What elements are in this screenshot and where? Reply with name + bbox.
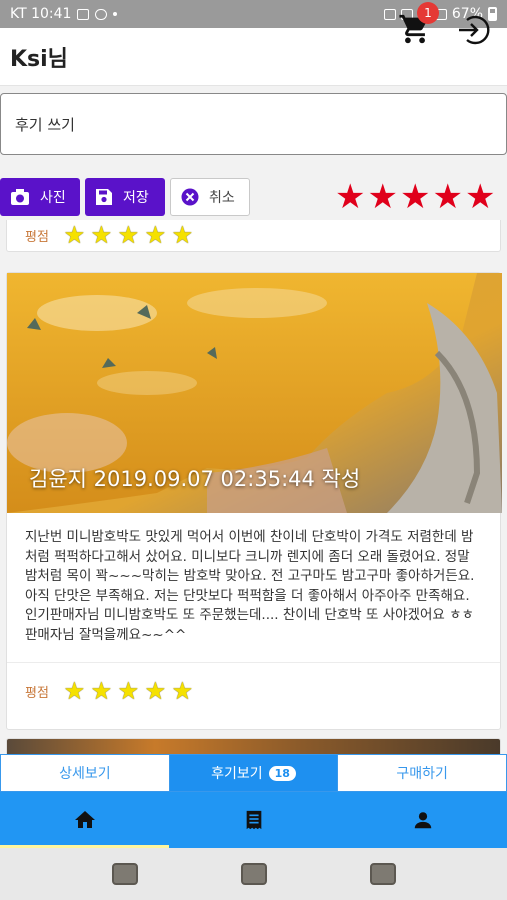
home-icon <box>74 811 95 828</box>
star-icon: ★ <box>63 677 86 705</box>
person-icon <box>414 812 431 829</box>
logout-icon[interactable] <box>455 12 491 48</box>
review-photo[interactable]: 김윤지 2019.09.07 02:35:44 작성 <box>7 273 502 513</box>
tab-purchase[interactable]: 구매하기 <box>338 755 506 791</box>
star-icon: ★ <box>90 221 113 249</box>
review-rating-stars: ★ ★ ★ ★ ★ <box>61 222 196 248</box>
camera-icon <box>11 189 29 205</box>
rating-star[interactable]: ★ <box>432 180 465 214</box>
review-rating-stars: ★ ★ ★ ★ ★ <box>61 678 196 704</box>
save-button[interactable]: 저장 <box>85 178 165 216</box>
tab-detail-label: 상세보기 <box>59 766 111 782</box>
star-icon: ★ <box>63 221 86 249</box>
photo-button-label: 사진 <box>40 190 66 206</box>
nav-profile[interactable] <box>338 792 507 848</box>
alarm-icon <box>383 8 396 20</box>
review-photo[interactable] <box>7 739 500 754</box>
tab-reviews[interactable]: 후기보기 18 <box>169 755 339 791</box>
review-author-caption: 김윤지 2019.09.07 02:35:44 작성 <box>29 467 361 491</box>
nav-orders[interactable] <box>169 792 338 848</box>
receipt-icon <box>246 810 261 830</box>
review-card: 김윤지 2019.09.07 02:35:44 작성 지난번 미니밤호박도 맛있… <box>6 272 502 730</box>
tab-reviews-label: 후기보기 <box>211 766 263 782</box>
save-button-label: 저장 <box>123 190 149 206</box>
review-card: 평점 ★ ★ ★ ★ ★ <box>6 220 501 252</box>
nav-home[interactable] <box>0 792 169 848</box>
review-count-badge: 18 <box>268 765 296 781</box>
review-list[interactable]: 평점 ★ ★ ★ ★ ★ 김윤지 2019.09.07 02:35:44 작성 … <box>0 220 507 754</box>
more-notifications-icon <box>113 12 118 16</box>
star-icon: ★ <box>171 677 194 705</box>
save-icon <box>96 189 112 205</box>
star-icon: ★ <box>90 677 113 705</box>
cancel-icon <box>181 188 199 206</box>
star-icon: ★ <box>144 677 167 705</box>
user-greeting-title: Ksi님 <box>10 46 68 72</box>
star-icon: ★ <box>144 221 167 249</box>
cart-count-badge: 1 <box>417 2 439 24</box>
rating-star[interactable]: ★ <box>464 180 497 214</box>
star-icon: ★ <box>171 221 194 249</box>
rating-label: 평점 <box>25 685 49 701</box>
tab-detail[interactable]: 상세보기 <box>1 755 170 791</box>
photo-button[interactable]: 사진 <box>0 178 80 216</box>
tab-purchase-label: 구매하기 <box>396 766 448 782</box>
carrier-time: KT 10:41 <box>10 6 72 22</box>
message-notification-icon <box>95 8 108 20</box>
star-icon: ★ <box>117 221 140 249</box>
cancel-button-label: 취소 <box>209 190 235 206</box>
rating-star[interactable]: ★ <box>399 180 432 214</box>
review-card <box>6 738 501 754</box>
rating-input[interactable]: ★ ★ ★ ★ ★ <box>334 180 497 214</box>
rating-label: 평점 <box>25 229 49 245</box>
system-navigation-bar <box>0 848 507 900</box>
review-text: 지난번 미니밤호박도 맛있게 먹어서 이번에 찬이네 단호박이 가격도 저렴한데… <box>7 513 500 663</box>
gallery-notification-icon <box>77 8 90 20</box>
rating-star[interactable]: ★ <box>367 180 400 214</box>
rating-star[interactable]: ★ <box>334 180 367 214</box>
home-button-icon[interactable] <box>240 863 267 885</box>
recent-apps-icon[interactable] <box>111 863 138 885</box>
bottom-navigation <box>0 792 507 848</box>
back-icon[interactable] <box>369 863 396 885</box>
product-tabs: 상세보기 후기보기 18 구매하기 <box>0 754 507 792</box>
star-icon: ★ <box>117 677 140 705</box>
review-input[interactable]: 후기 쓰기 <box>0 93 507 155</box>
cancel-button[interactable]: 취소 <box>170 178 250 216</box>
